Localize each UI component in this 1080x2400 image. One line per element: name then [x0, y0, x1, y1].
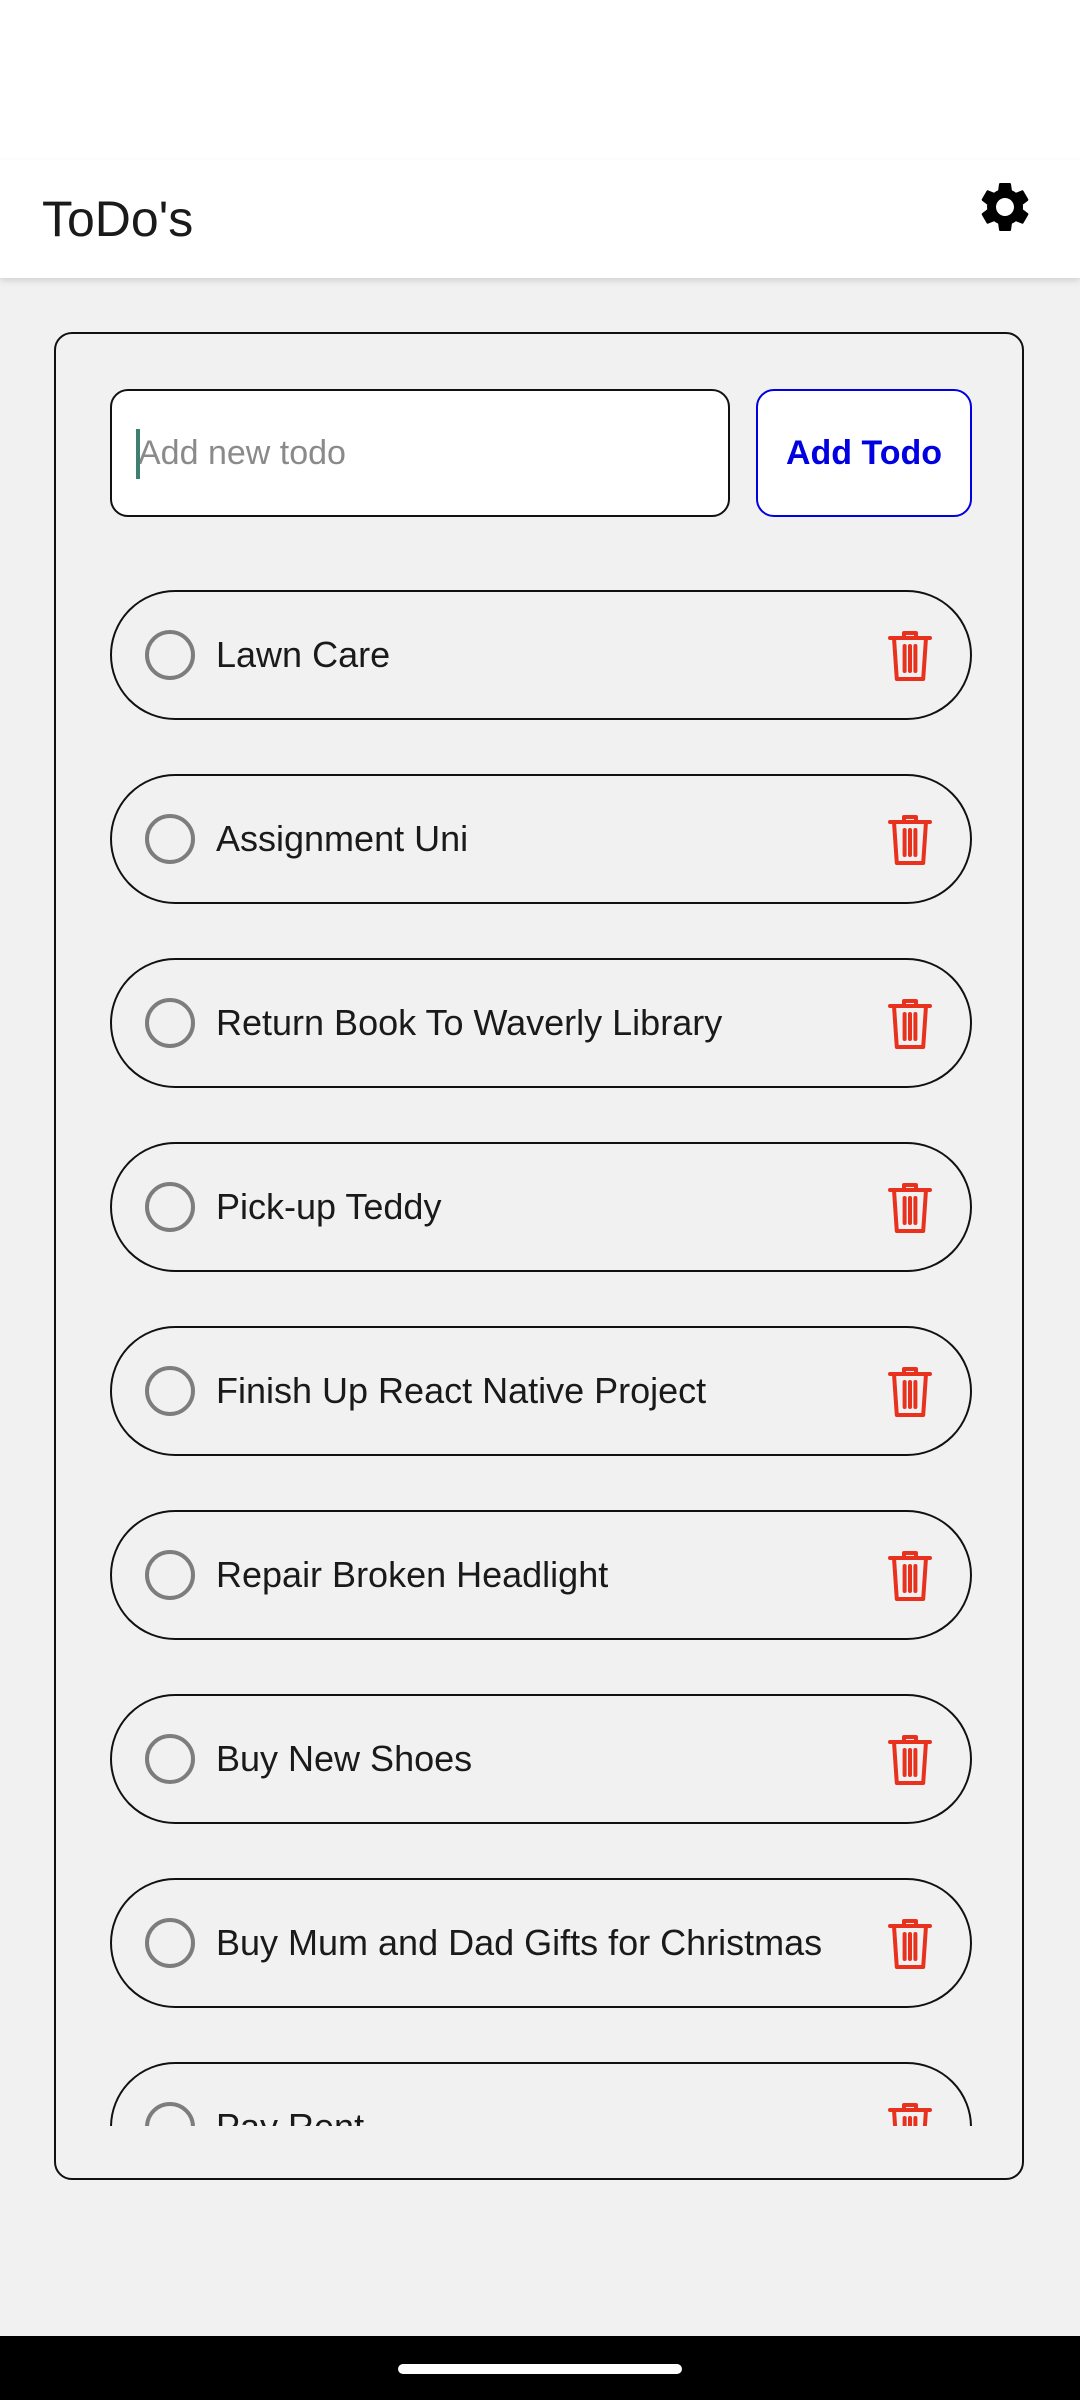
complete-checkbox[interactable] [145, 814, 195, 864]
complete-checkbox[interactable] [145, 1550, 195, 1600]
todo-item[interactable]: Finish Up React Native Project [110, 1326, 972, 1456]
todo-label: Repair Broken Headlight [216, 1554, 609, 1595]
delete-todo-button[interactable] [882, 1548, 938, 1604]
todo-item[interactable]: Repair Broken Headlight [110, 1510, 972, 1640]
new-todo-input[interactable] [110, 389, 730, 517]
delete-todo-button[interactable] [882, 1916, 938, 1972]
todo-item[interactable]: Pay Rent [110, 2062, 972, 2126]
gear-icon [981, 183, 1029, 231]
todo-label: Buy New Shoes [216, 1738, 473, 1779]
trash-icon [888, 2103, 932, 2126]
todo-item[interactable]: Buy New Shoes [110, 1694, 972, 1824]
todo-item[interactable]: Lawn Care [110, 590, 972, 720]
status-bar [0, 0, 1080, 160]
delete-todo-button[interactable] [882, 2100, 938, 2126]
trash-icon [888, 1367, 932, 1417]
delete-todo-button[interactable] [882, 996, 938, 1052]
todo-item[interactable]: Buy Mum and Dad Gifts for Christmas [110, 1878, 972, 2008]
delete-todo-button[interactable] [882, 812, 938, 868]
todo-item[interactable]: Pick-up Teddy [110, 1142, 972, 1272]
trash-icon [888, 1919, 932, 1969]
complete-checkbox[interactable] [145, 630, 195, 680]
complete-checkbox[interactable] [145, 1734, 195, 1784]
trash-icon [888, 1735, 932, 1785]
complete-checkbox[interactable] [145, 1182, 195, 1232]
complete-checkbox[interactable] [145, 998, 195, 1048]
delete-todo-button[interactable] [882, 1180, 938, 1236]
todo-label: Lawn Care [216, 634, 391, 675]
trash-icon [888, 815, 932, 865]
todo-label: Buy Mum and Dad Gifts for Christmas [216, 1922, 823, 1963]
delete-todo-button[interactable] [882, 1364, 938, 1420]
settings-button[interactable] [972, 174, 1038, 240]
complete-checkbox[interactable] [145, 1918, 195, 1968]
home-indicator[interactable] [398, 2364, 682, 2374]
add-todo-button[interactable]: Add Todo [756, 389, 972, 517]
delete-todo-button[interactable] [882, 628, 938, 684]
todo-label: Return Book To Waverly Library [216, 1002, 723, 1043]
todo-item[interactable]: Return Book To Waverly Library [110, 958, 972, 1088]
todo-list[interactable]: Lawn Care Assignment Uni Return Book To Wa… [56, 534, 1022, 2126]
complete-checkbox[interactable] [145, 2102, 195, 2126]
todo-label: Pick-up Teddy [216, 1186, 442, 1227]
todo-card: Add Todo Lawn Care Assignment Uni Return B… [54, 332, 1024, 2180]
page-title: ToDo's [42, 191, 194, 247]
app-header: ToDo's [0, 160, 1080, 278]
trash-icon [888, 999, 932, 1049]
trash-icon [888, 1183, 932, 1233]
delete-todo-button[interactable] [882, 1732, 938, 1788]
todo-label: Pay Rent [216, 2064, 364, 2126]
trash-icon [888, 631, 932, 681]
todo-item[interactable]: Assignment Uni [110, 774, 972, 904]
todo-label: Assignment Uni [216, 818, 469, 859]
trash-icon [888, 1551, 932, 1601]
complete-checkbox[interactable] [145, 1366, 195, 1416]
todo-label: Finish Up React Native Project [216, 1370, 707, 1411]
